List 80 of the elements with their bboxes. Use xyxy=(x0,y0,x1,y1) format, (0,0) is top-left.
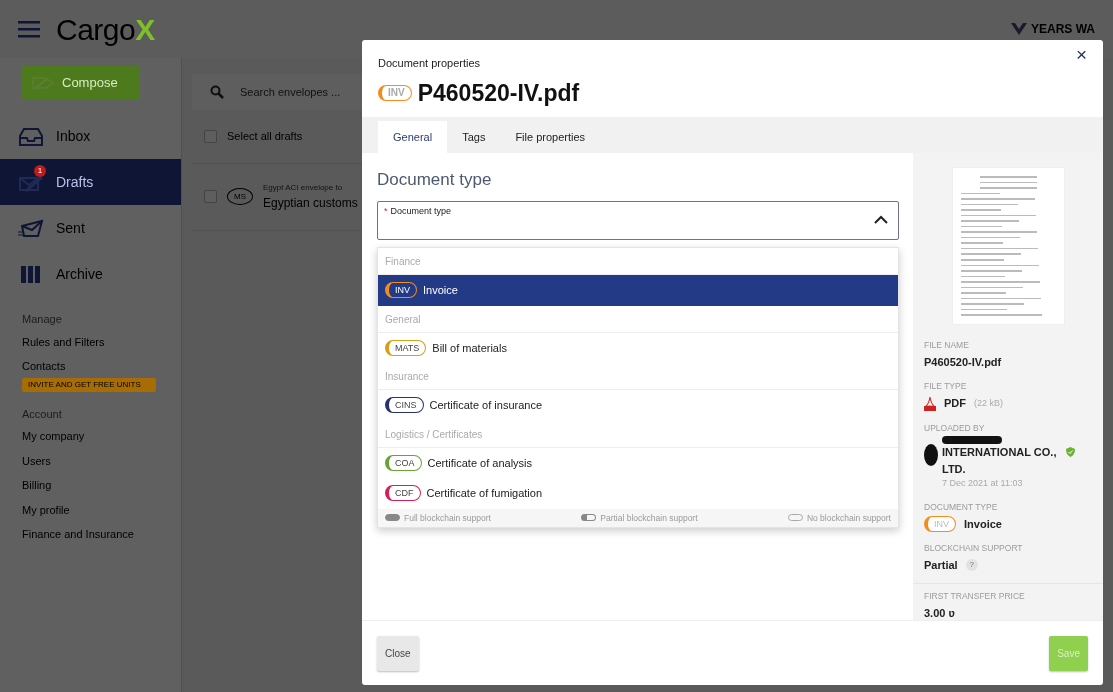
tab[interactable]: General xyxy=(378,120,448,153)
document-type-tag: INV xyxy=(378,85,412,102)
option-label: Certificate of analysis xyxy=(427,455,533,471)
company-name: INTERNATIONAL CO., LTD. xyxy=(942,445,1058,477)
logo-icon xyxy=(1011,23,1027,35)
menu-icon[interactable] xyxy=(18,20,40,38)
legend-label: Partial blockchain support xyxy=(600,511,698,525)
group-heading: Insurance xyxy=(378,363,898,390)
nav-link[interactable]: Rules and Filters xyxy=(22,335,105,348)
redaction-bar xyxy=(942,436,1002,445)
search-icon xyxy=(210,85,224,99)
legend-label: No blockchain support xyxy=(806,511,891,525)
nav-link[interactable]: Users xyxy=(22,454,51,467)
inbox-tray-icon xyxy=(18,125,44,147)
dropdown-option[interactable]: MATS Bill of materials xyxy=(378,332,898,363)
promo-tag[interactable]: INVITE AND GET FREE UNITS xyxy=(22,377,156,392)
checkbox[interactable] xyxy=(204,190,217,203)
envelope-icon xyxy=(18,217,44,239)
field-value: 3.00 ʋ xyxy=(924,606,956,620)
checkbox-label: Select all drafts xyxy=(227,129,303,144)
help-icon[interactable]: ? xyxy=(965,559,978,571)
envelope-title[interactable]: Egyptian customs xyxy=(263,193,358,212)
close-button[interactable]: × xyxy=(1069,44,1093,65)
banner-text: YEARS WA xyxy=(1031,21,1095,38)
checkbox[interactable] xyxy=(204,129,217,143)
nav-link[interactable]: My profile xyxy=(22,503,70,516)
dropdown-option[interactable]: CINS Certificate of insurance xyxy=(378,390,898,421)
option-label: Invoice xyxy=(423,283,458,298)
section-heading: Document type xyxy=(377,169,493,191)
nav-item[interactable]: Drafts 1 xyxy=(0,159,181,205)
field-label: FILE TYPE xyxy=(924,380,968,393)
dropdown-option[interactable]: COA Certificate of analysis xyxy=(378,447,898,478)
support-indicator-icon xyxy=(385,514,400,522)
dropdown-option[interactable]: INV Invoice xyxy=(378,275,898,306)
field-value: PDF xyxy=(944,396,966,411)
nav-link[interactable]: Finance and Insurance xyxy=(22,528,134,540)
document-type-tag: INV xyxy=(924,515,956,532)
pdf-file-icon xyxy=(924,395,936,411)
section-heading: Account xyxy=(22,406,63,422)
dropdown-option[interactable]: CDF Certificate of fumigation xyxy=(378,478,898,509)
nav-item[interactable]: Sent xyxy=(0,205,181,251)
option-label: Bill of materials xyxy=(432,340,507,356)
envelope-subtitle: Egypt ACI envelope to xyxy=(263,181,344,194)
select-field[interactable]: * Document type xyxy=(377,200,899,240)
section-heading: Manage xyxy=(22,312,63,327)
tab[interactable]: Tags xyxy=(447,120,501,153)
nav-link[interactable]: Billing xyxy=(22,479,52,491)
search-field[interactable]: Search envelopes ... xyxy=(238,82,358,102)
file-size: (22 kB) xyxy=(974,396,1003,410)
close-button[interactable]: Close xyxy=(377,635,419,671)
dialog-subtitle: Document properties xyxy=(378,56,481,71)
chevron-up-icon xyxy=(874,214,888,224)
field-label: DOCUMENT TYPE xyxy=(924,500,999,514)
document-type-tag: COA xyxy=(385,454,422,471)
nav-link[interactable]: My company xyxy=(22,430,85,442)
field-value: Invoice xyxy=(964,516,1002,532)
field-value: Partial xyxy=(924,557,958,573)
document-type-tag: MATS xyxy=(385,339,427,356)
group-heading: Logistics / Certificates xyxy=(378,420,898,448)
field-label: BLOCKCHAIN SUPPORT xyxy=(924,542,1024,555)
legend-label: Full blockchain support xyxy=(404,511,491,525)
compose-button[interactable]: Compose xyxy=(22,66,140,99)
tab[interactable]: File properties xyxy=(500,120,601,153)
document-type-tag: CDF xyxy=(385,485,421,502)
nav-item[interactable]: Archive xyxy=(0,251,181,297)
field-value: P460520-IV.pdf xyxy=(924,354,1003,370)
logo-text: CargoX xyxy=(56,11,155,48)
upload-date: 7 Dec 2021 at 11:03 xyxy=(942,477,1024,491)
field-label: FIRST TRANSFER PRICE xyxy=(924,590,1026,603)
document-type-tag: CINS xyxy=(385,397,424,414)
group-heading: General xyxy=(378,305,898,333)
nav-link[interactable]: Contacts xyxy=(22,360,66,372)
field-label: FILE NAME xyxy=(924,339,970,352)
dialog-title: P460520-IV.pdf xyxy=(417,79,580,108)
field-label: UPLOADED BY xyxy=(924,421,986,435)
count-badge: 1 xyxy=(34,165,46,177)
nav-item[interactable]: Inbox xyxy=(0,113,181,159)
avatar xyxy=(924,444,938,467)
option-label: Certificate of insurance xyxy=(429,398,542,413)
option-label: Certificate of fumigation xyxy=(426,486,543,501)
